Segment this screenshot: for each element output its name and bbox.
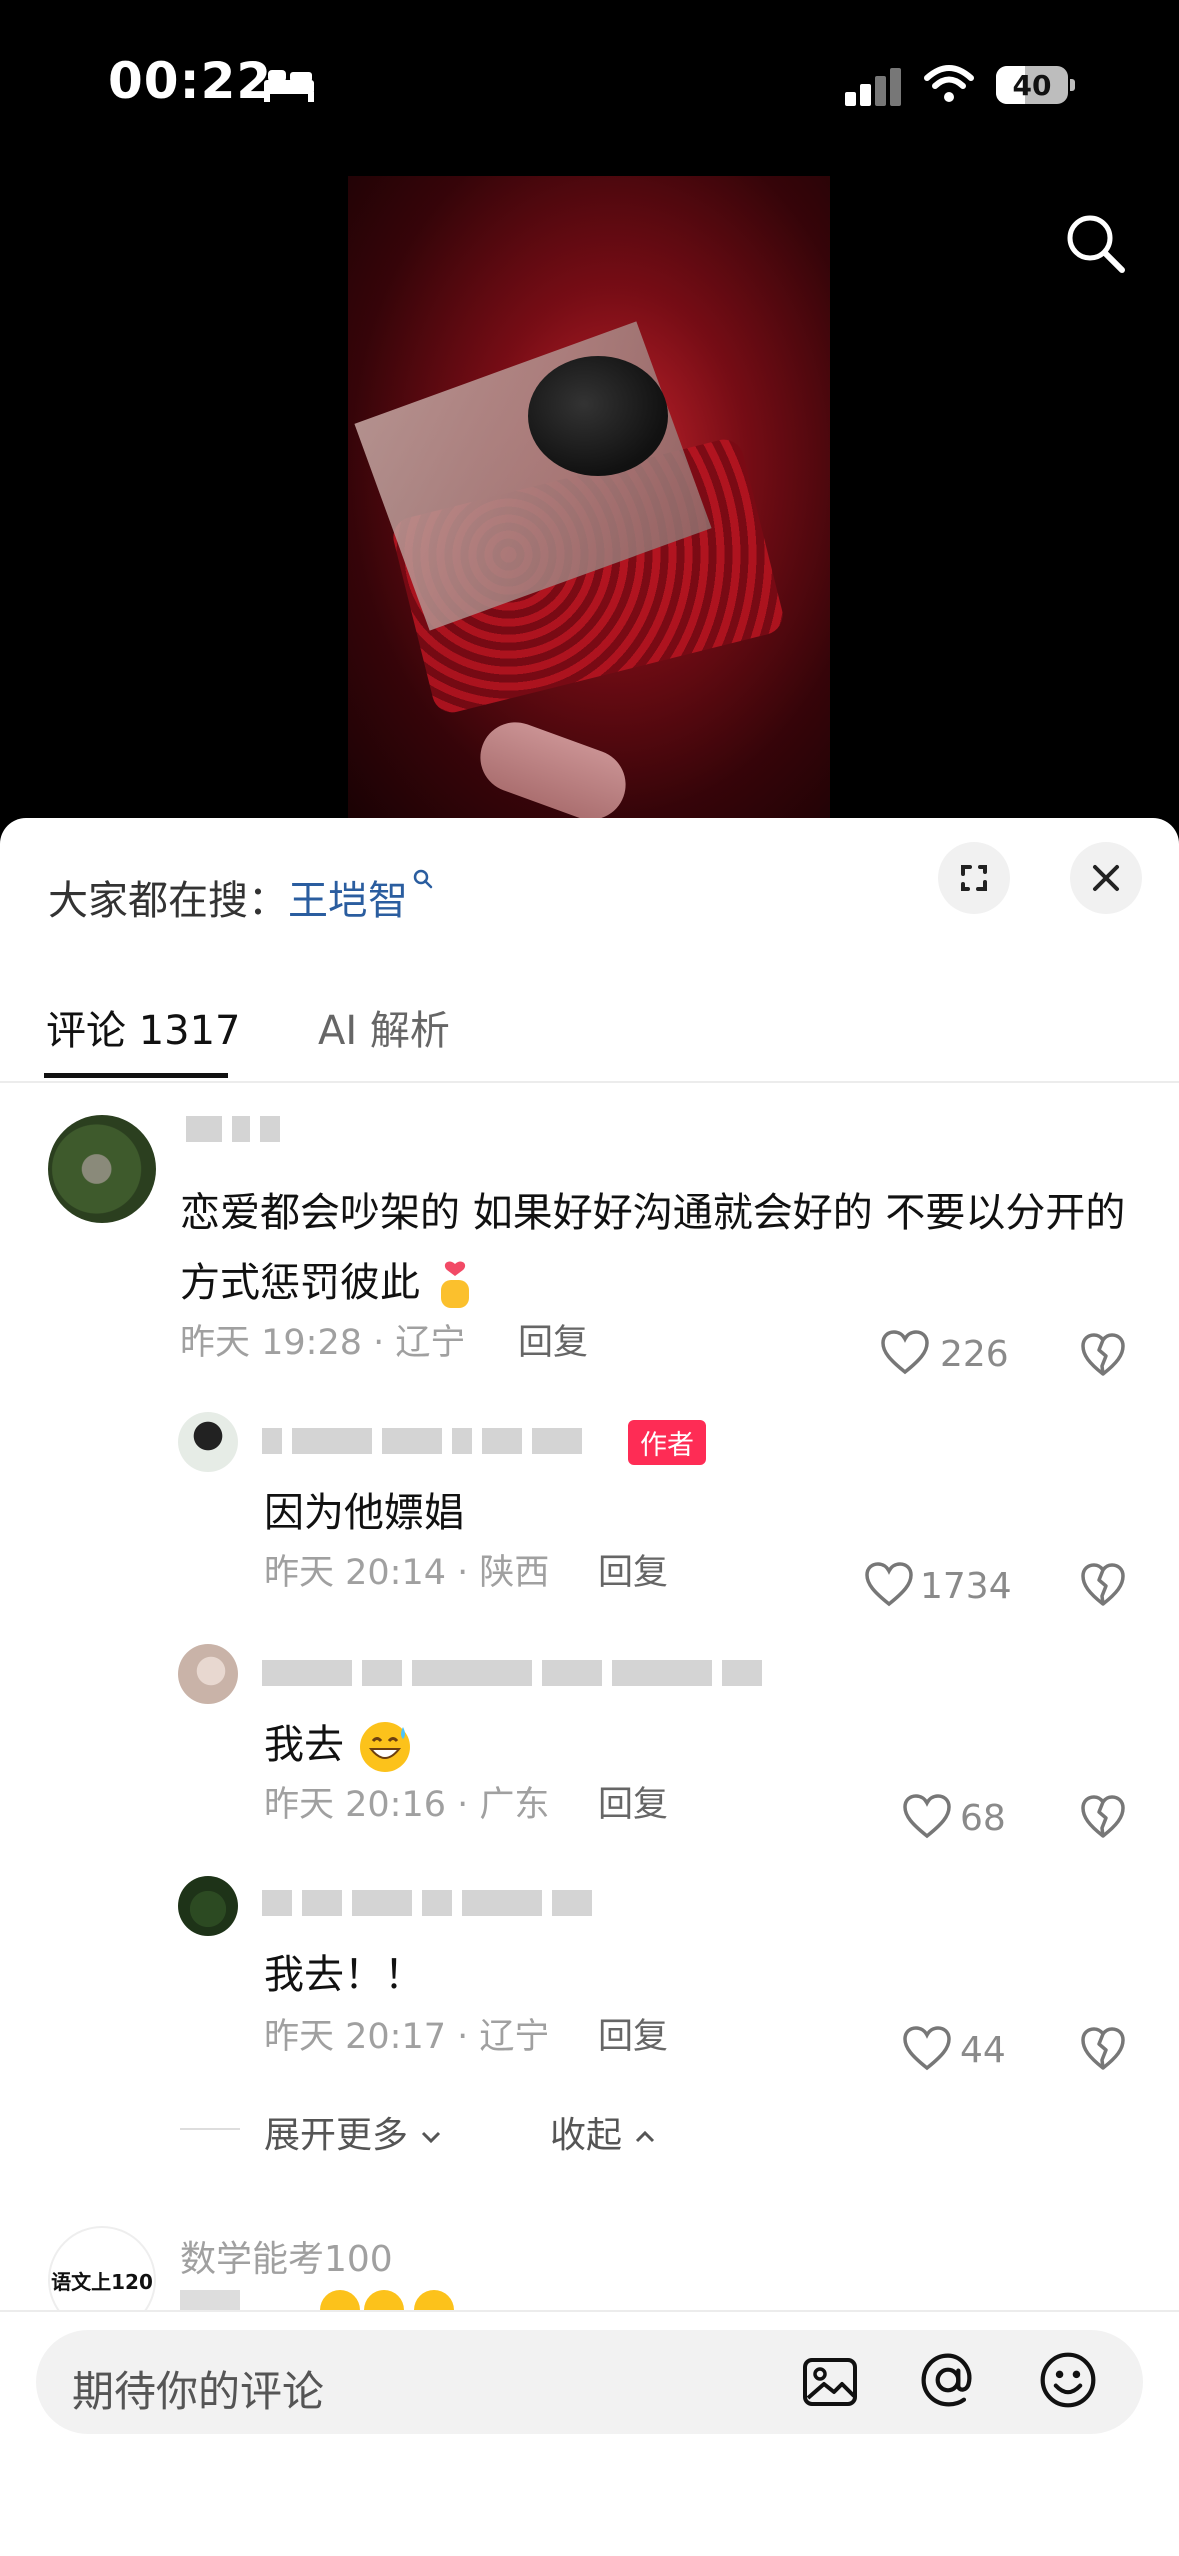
comment-text: 我去！！ <box>264 1952 424 1998</box>
comment-text: 我去 <box>264 1710 413 1780</box>
like-count: 44 <box>960 2030 1006 2071</box>
status-time: 00:22 <box>108 52 273 110</box>
wifi-icon <box>924 65 974 102</box>
heart-icon[interactable] <box>902 2026 952 2072</box>
dislike-icon[interactable] <box>1080 2026 1126 2072</box>
comment-sheet <box>0 818 1179 2556</box>
trending-search[interactable]: 大家都在搜：王垲智 <box>48 868 434 926</box>
sleep-focus-icon <box>264 70 314 102</box>
reply-button[interactable]: 回复 <box>598 2008 668 2059</box>
comment-meta: 昨天 20:16 · 广东 <box>264 1785 550 1825</box>
username-redacted[interactable] <box>262 1428 592 1454</box>
avatar[interactable] <box>178 1644 238 1704</box>
comment-input-placeholder[interactable]: 期待你的评论 <box>72 2358 324 2419</box>
reply-button[interactable]: 回复 <box>518 1314 588 1365</box>
grinning-sweat-emoji-icon <box>359 1722 410 1772</box>
comment-meta: 昨天 20:17 · 辽宁 <box>264 2017 550 2057</box>
search-small-icon <box>413 869 433 889</box>
battery-level: 40 <box>1012 69 1052 102</box>
expand-icon <box>961 865 987 891</box>
tab-ai-analysis[interactable]: AI 解析 <box>318 998 450 1056</box>
close-button[interactable] <box>1070 842 1142 914</box>
chevron-down-icon <box>422 2131 441 2144</box>
like-count: 1734 <box>920 1566 1012 1607</box>
divider <box>180 2128 240 2130</box>
comment-text: 恋爱都会吵架的 如果好好沟通就会好的 不要以分开的方式惩罚彼此 <box>180 1178 1130 1318</box>
avatar[interactable] <box>178 1876 238 1936</box>
reply-button[interactable]: 回复 <box>598 1776 668 1827</box>
close-icon <box>1093 865 1119 891</box>
dislike-icon[interactable] <box>1080 1794 1126 1840</box>
image-icon[interactable] <box>800 2352 860 2412</box>
at-icon[interactable] <box>918 2350 978 2410</box>
finger-heart-emoji-icon <box>440 1261 469 1308</box>
emoji-icon[interactable] <box>1038 2350 1098 2410</box>
expand-button[interactable] <box>938 842 1010 914</box>
active-tab-indicator <box>44 1073 228 1078</box>
heart-icon[interactable] <box>880 1330 930 1376</box>
avatar[interactable] <box>48 1115 156 1223</box>
cellular-signal-icon <box>845 66 901 106</box>
author-badge: 作者 <box>628 1420 706 1465</box>
search-icon[interactable] <box>1062 210 1128 276</box>
battery-indicator: 40 <box>996 66 1076 104</box>
video-player[interactable] <box>348 176 830 818</box>
tab-comments[interactable]: 评论 1317 <box>46 998 241 1056</box>
comment-meta: 昨天 19:28 · 辽宁 <box>180 1323 466 1363</box>
username[interactable]: 数学能考100 <box>180 2230 393 2282</box>
collapse-button[interactable]: 收起 <box>550 2106 657 2158</box>
heart-icon[interactable] <box>864 1562 914 1608</box>
dislike-icon[interactable] <box>1080 1332 1126 1378</box>
comment-text: 因为他嫖娼 <box>264 1490 464 1536</box>
heart-icon[interactable] <box>902 1794 952 1840</box>
avatar[interactable] <box>178 1412 238 1472</box>
trending-search-prefix: 大家都在搜： <box>48 878 288 924</box>
comment-meta: 昨天 20:14 · 陕西 <box>264 1553 550 1593</box>
like-count: 68 <box>960 1798 1006 1839</box>
username-redacted[interactable] <box>186 1116 290 1142</box>
divider <box>0 1081 1179 1083</box>
trending-search-keyword[interactable]: 王垲智 <box>288 878 408 924</box>
reply-button[interactable]: 回复 <box>598 1544 668 1595</box>
username-redacted[interactable] <box>262 1660 772 1686</box>
dislike-icon[interactable] <box>1080 1562 1126 1608</box>
chevron-up-icon <box>636 2130 655 2143</box>
username-redacted[interactable] <box>262 1890 602 1916</box>
like-count: 226 <box>940 1334 1009 1375</box>
expand-more-button[interactable]: 展开更多 <box>264 2106 443 2158</box>
